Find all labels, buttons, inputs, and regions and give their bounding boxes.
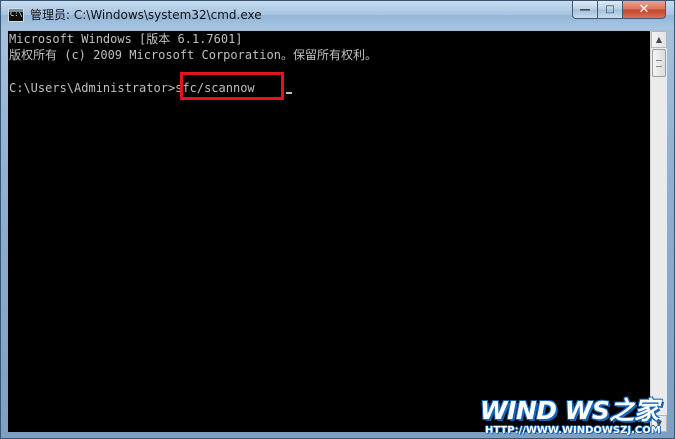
close-button[interactable]: ✕ — [623, 1, 666, 19]
scroll-thumb[interactable] — [652, 49, 666, 77]
cmd-window: C:\ 管理员: C:\Windows\system32\cmd.exe — □… — [0, 0, 675, 439]
arrow-up-icon: ▲ — [655, 35, 663, 44]
maximize-icon: □ — [605, 4, 615, 15]
text-cursor — [286, 92, 292, 94]
console-line-version: Microsoft Windows [版本 6.1.7601] — [9, 32, 243, 46]
close-icon: ✕ — [638, 2, 650, 17]
watermark-title: WIND WS之家 — [480, 396, 659, 425]
cmd-icon[interactable]: C:\ — [8, 8, 24, 22]
title-bar[interactable]: C:\ 管理员: C:\Windows\system32\cmd.exe — □… — [1, 1, 674, 29]
minimize-button[interactable]: — — [572, 1, 598, 19]
window-title: 管理员: C:\Windows\system32\cmd.exe — [30, 8, 262, 22]
watermark-url: HTTP://WWW.WINDOWSZJ.COM — [485, 425, 661, 436]
maximize-button[interactable]: □ — [598, 1, 623, 19]
command-highlight-box — [180, 72, 284, 100]
console-line-copyright: 版权所有 (c) 2009 Microsoft Corporation。保留所有… — [9, 48, 377, 62]
minimize-icon: — — [579, 3, 591, 16]
caption-buttons: — □ ✕ — [572, 1, 666, 20]
vertical-scrollbar[interactable]: ▲ ▼ — [650, 31, 667, 432]
scroll-up-button[interactable]: ▲ — [651, 31, 667, 48]
cmd-icon-glyph: C:\ — [10, 10, 23, 18]
watermark-logo: WIND WS之家 HTTP://WWW.WINDOWSZJ.COM — [478, 389, 674, 439]
console-output[interactable]: Microsoft Windows [版本 6.1.7601] 版权所有 (c)… — [8, 31, 650, 432]
